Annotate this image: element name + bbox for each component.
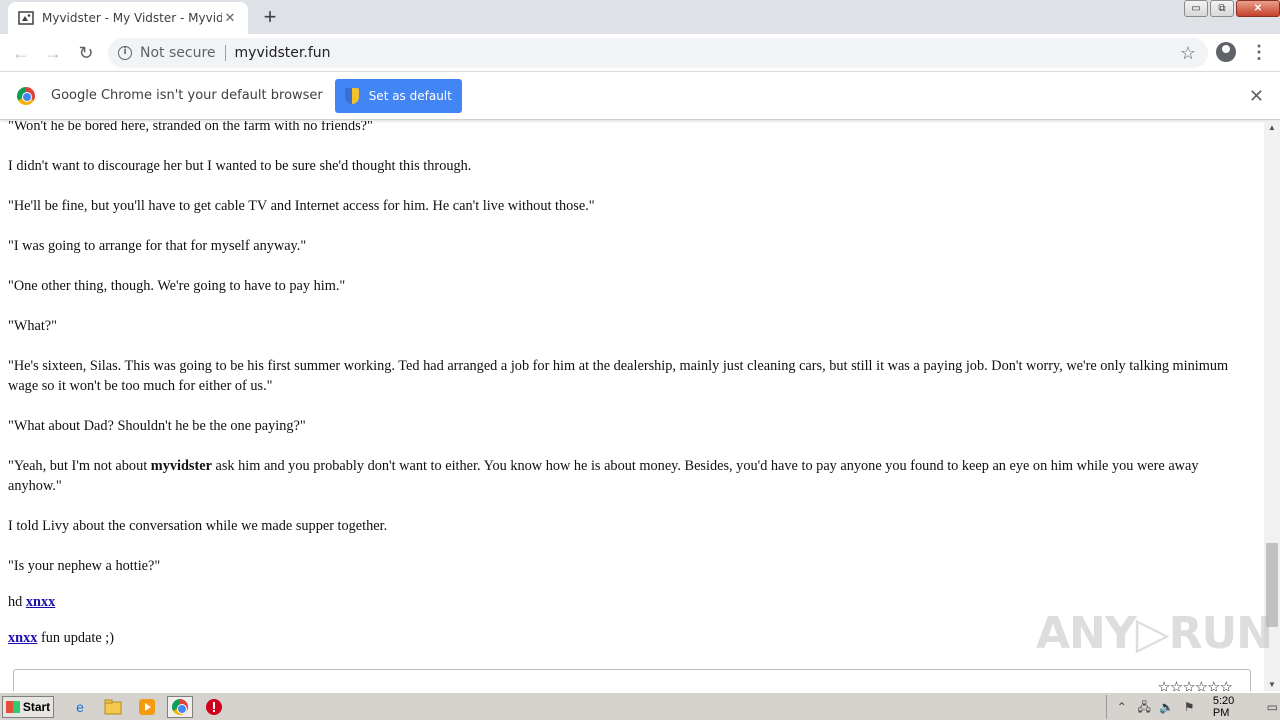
page-content: "Won't he be bored here, stranded on the… [0,121,1264,691]
page-favicon-icon [18,10,34,26]
chrome-logo-icon [17,86,35,105]
media-player-icon[interactable] [137,697,157,717]
address-bar[interactable]: i Not secure myvidster.fun ☆ [108,38,1208,68]
url-separator [224,45,226,61]
scroll-up-arrow-icon[interactable]: ▲ [1268,123,1276,132]
chrome-taskbar-icon[interactable] [167,696,193,718]
internet-explorer-icon[interactable]: e [70,697,90,717]
paragraph: "What?" [8,318,57,334]
minimize-button[interactable]: ▭ [1184,0,1208,17]
paragraph: "I was going to arrange for that for mys… [8,238,307,254]
uac-shield-icon [344,87,359,104]
window-controls: ▭ ⧉ ✕ [1182,0,1280,18]
paragraph: "Is your nephew a hottie?" [8,558,161,574]
infobar-close-icon[interactable]: ✕ [1249,86,1264,107]
windows-logo-icon [5,701,20,713]
bold-keyword: myvidster [150,458,212,474]
close-window-button[interactable]: ✕ [1236,0,1280,17]
windows-taskbar: Start e ⌃ 🖧 🔈 ⚑ 5:20 PM ▭ [0,692,1280,720]
paragraph: "One other thing, though. We're going to… [8,278,346,294]
new-tab-button[interactable]: + [258,6,282,30]
paragraph-text: "Yeah, but I'm not about [8,458,151,474]
security-label[interactable]: Not secure [140,45,216,61]
default-browser-infobar: Google Chrome isn't your default browser… [0,72,1280,120]
paragraph: "He'll be fine, but you'll have to get c… [8,198,595,214]
info-icon[interactable]: i [118,46,132,60]
restore-button[interactable]: ⧉ [1210,0,1234,17]
taskbar-clock[interactable]: 5:20 PM [1213,695,1253,719]
vertical-scrollbar[interactable]: ▲ ▼ [1264,121,1280,691]
paragraph: "Won't he be bored here, stranded on the… [8,121,373,134]
bookmark-star-icon[interactable]: ☆ [1180,43,1196,64]
paragraph-text: hd [8,594,26,610]
rating-stars[interactable]: ☆☆☆☆☆☆ [1157,678,1233,691]
link[interactable]: xnxx [8,630,37,646]
url-text[interactable]: myvidster.fun [235,45,331,61]
paragraph: I told Livy about the conversation while… [8,518,388,534]
show-hidden-icons-icon[interactable]: ⌃ [1114,699,1129,715]
action-center-flag-icon[interactable]: ⚑ [1181,699,1196,715]
paragraph-text: fun update ;) [37,630,115,646]
tab-close-icon[interactable]: ✕ [222,10,238,26]
tab-title: Myvidster - My Vidster - Myvidster.co [42,11,222,25]
start-button[interactable]: Start [2,696,54,718]
account-icon[interactable] [1216,42,1236,62]
system-tray: ⌃ 🖧 🔈 ⚑ 5:20 PM ▭ [1106,695,1280,719]
chrome-menu-icon[interactable]: ⋮ [1250,41,1268,63]
network-icon[interactable]: 🖧 [1136,699,1151,715]
infobar-message: Google Chrome isn't your default browser [51,88,323,103]
link[interactable]: xnxx [26,594,55,610]
anyrun-watermark: ANY▷RUN [1036,608,1273,659]
set-as-default-label: Set as default [368,88,452,103]
back-button[interactable]: ← [9,41,33,65]
set-as-default-button[interactable]: Set as default [334,78,462,113]
tab-strip: Myvidster - My Vidster - Myvidster.co ✕ … [0,0,1280,34]
forward-button[interactable]: → [41,41,65,65]
paragraph: "Yeah, but I'm not about myvidster ask h… [8,456,1238,496]
chrome-logo-icon [172,699,188,715]
browser-toolbar: ← → ↻ i Not secure myvidster.fun ☆ [0,34,1280,72]
scroll-down-arrow-icon[interactable]: ▼ [1268,680,1276,689]
reload-button[interactable]: ↻ [74,41,98,65]
security-alert-icon[interactable] [204,697,224,717]
paragraph: I didn't want to discourage her but I wa… [8,158,472,174]
start-label: Start [22,700,51,714]
show-desktop-icon[interactable]: ▭ [1265,699,1280,715]
comment-box: ☆☆☆☆☆☆ [13,669,1251,691]
paragraph: "What about Dad? Shouldn't he be the one… [8,418,306,434]
file-explorer-icon[interactable] [103,697,123,717]
paragraph: "He's sixteen, Silas. This was going to … [8,358,1229,394]
volume-icon[interactable]: 🔈 [1159,699,1174,715]
tab-myvidster[interactable]: Myvidster - My Vidster - Myvidster.co ✕ [8,2,248,34]
